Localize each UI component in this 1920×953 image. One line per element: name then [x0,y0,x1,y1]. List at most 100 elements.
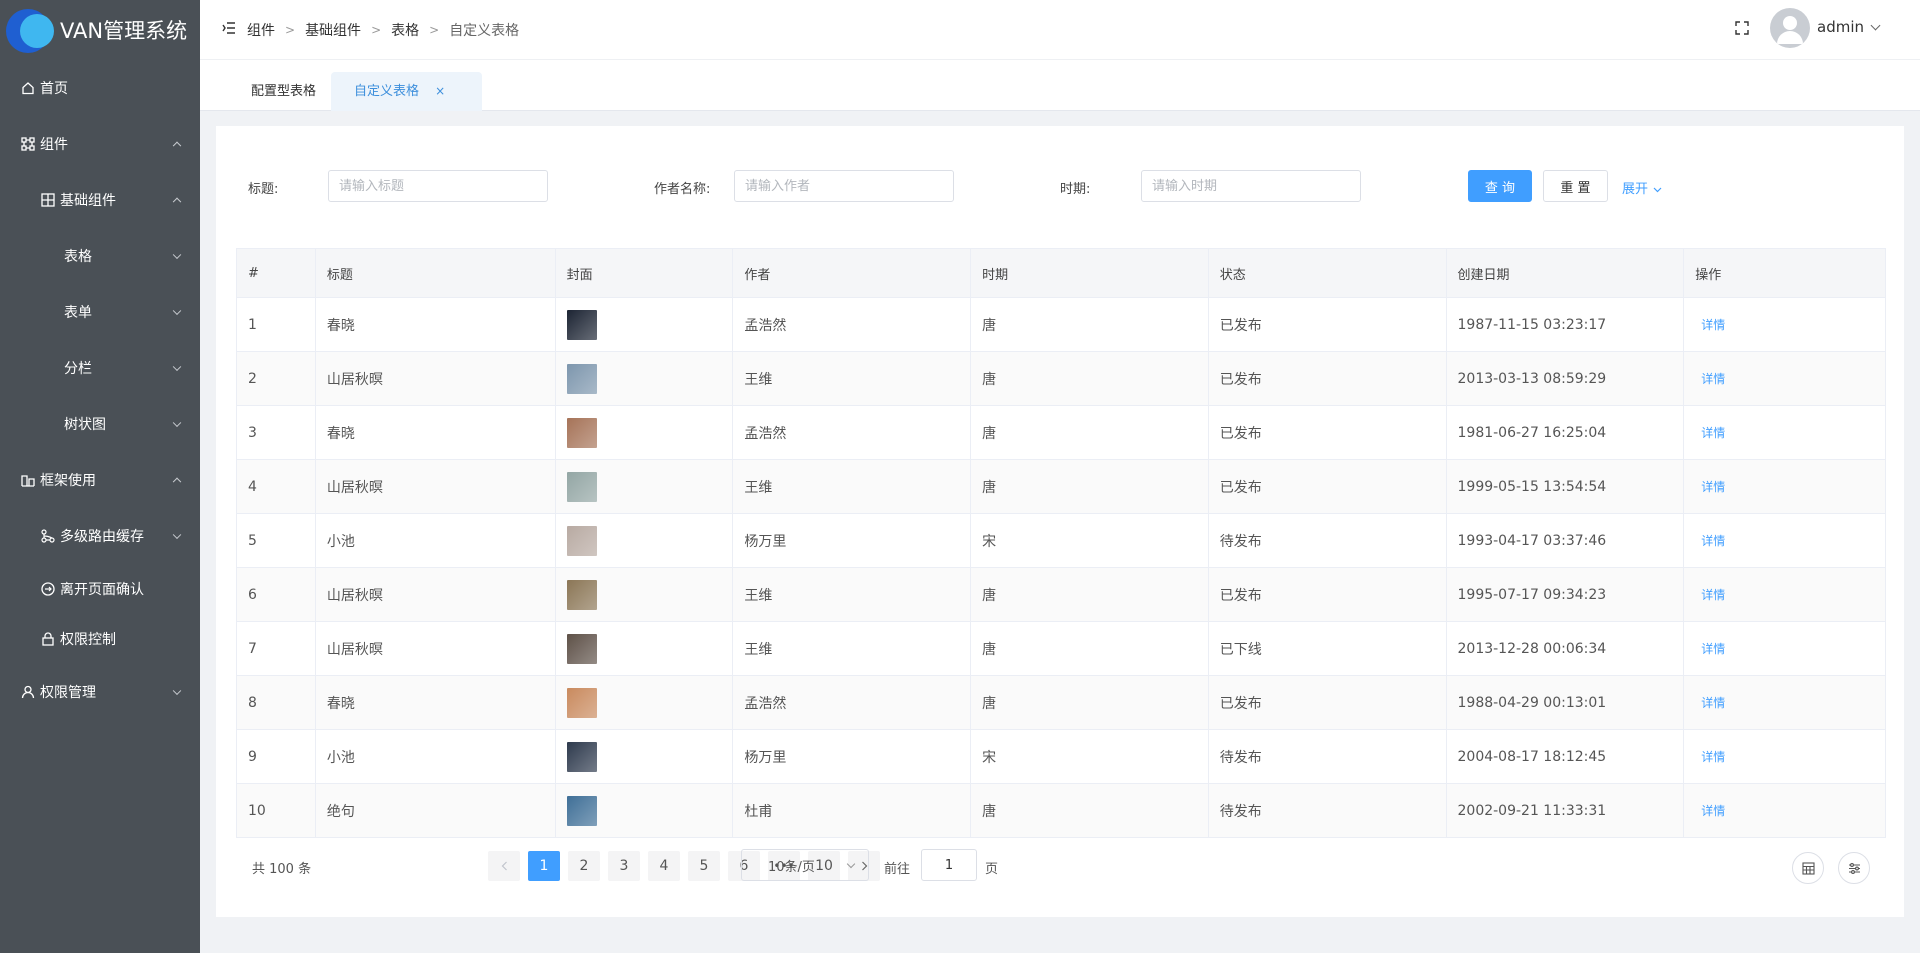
expand-filters-link[interactable]: 展开 [1622,178,1662,197]
breadcrumb-item[interactable]: 表格 [391,20,419,40]
search-button[interactable]: 查 询 [1468,170,1532,202]
app-logo[interactable]: VAN管理系统 [0,0,200,60]
author-cell: 杨万里 [733,514,972,567]
period-cell: 唐 [971,352,1209,405]
detail-link[interactable]: 详情 [1695,370,1725,387]
page-button[interactable]: 4 [648,851,680,881]
reset-button[interactable]: 重 置 [1543,170,1608,202]
status-cell: 已发布 [1209,676,1447,729]
status-cell: 已发布 [1209,298,1447,351]
cover-thumbnail[interactable] [566,309,597,340]
density-button[interactable] [1792,852,1824,884]
cover-thumbnail[interactable] [566,471,597,502]
cover-thumbnail[interactable] [566,525,597,556]
page-button[interactable]: 2 [568,851,600,881]
close-icon[interactable]: × [435,84,445,98]
collapse-menu-icon[interactable] [222,22,236,34]
detail-link[interactable]: 详情 [1695,478,1725,495]
fullscreen-icon[interactable] [1735,21,1749,35]
page-button[interactable]: 5 [688,851,720,881]
breadcrumb-item[interactable]: 基础组件 [305,20,361,40]
row-number-cell: 1 [237,298,316,351]
pagination: 共 100 条 1 2 3 4 5 6 ••• 10 [236,849,1886,883]
page-button[interactable]: 1 [528,851,560,881]
cover-thumbnail[interactable] [566,633,597,664]
cover-thumbnail[interactable] [566,579,597,610]
sidebar-item-form[interactable]: 表单 [0,284,200,340]
cover-thumbnail[interactable] [566,687,597,718]
sidebar-item-columns[interactable]: 分栏 [0,340,200,396]
sidebar-item-table[interactable]: 表格 [0,228,200,284]
sidebar-item-label: 表单 [64,305,92,321]
status-cell: 已下线 [1209,622,1447,675]
sidebar-item-route-cache[interactable]: 多级路由缓存 [0,508,200,564]
sidebar-item-label: 权限控制 [60,632,116,648]
sidebar-item-framework[interactable]: 框架使用 [0,452,200,508]
chevron-down-icon[interactable] [1870,20,1881,31]
cover-thumbnail[interactable] [566,795,597,826]
sidebar-item-components[interactable]: 组件 [0,116,200,172]
period-cell: 唐 [971,568,1209,621]
title-cell: 山居秋暝 [316,460,556,513]
title-cell: 山居秋暝 [316,622,556,675]
detail-link[interactable]: 详情 [1695,694,1725,711]
sidebar-item-label: 多级路由缓存 [60,529,144,545]
detail-link[interactable]: 详情 [1695,802,1725,819]
page-button[interactable]: 3 [608,851,640,881]
chevron-down-icon [1653,187,1662,192]
detail-link[interactable]: 详情 [1695,748,1725,765]
framework-icon [20,472,36,488]
action-cell: 详情 [1684,460,1885,513]
table-body: 1 春晓 孟浩然唐已发布 1987-11-15 03:23:17 详情 2 山居秋暝 王维唐已… [237,298,1885,838]
sidebar-item-tree[interactable]: 树状图 [0,396,200,452]
chevron-down-icon [846,859,856,869]
cover-cell [556,676,734,729]
tab-label: 自定义表格 [354,84,420,99]
author-cell: 孟浩然 [733,676,972,729]
route-icon [40,528,56,544]
sidebar-item-home[interactable]: 首页 [0,60,200,116]
row-number-cell: 7 [237,622,316,675]
goto-page-input[interactable] [921,849,977,881]
sidebar-item-basic-components[interactable]: 基础组件 [0,172,200,228]
author-cell: 孟浩然 [733,406,972,459]
cover-cell [556,730,734,783]
detail-link[interactable]: 详情 [1695,316,1725,333]
sidebar-item-label: 离开页面确认 [60,582,144,598]
detail-link[interactable]: 详情 [1695,532,1725,549]
table-row: 10 绝句 杜甫唐待发布 2002-09-21 11:33:31 详情 [237,784,1885,838]
author-filter-input[interactable] [734,170,954,202]
detail-link[interactable]: 详情 [1695,640,1725,657]
action-cell: 详情 [1684,352,1885,405]
chevron-up-icon [172,197,182,207]
cover-thumbnail[interactable] [566,741,597,772]
tab-config-table[interactable]: 配置型表格 [231,72,336,111]
cover-thumbnail[interactable] [566,363,597,394]
period-filter-input[interactable] [1141,170,1361,202]
row-number-cell: 5 [237,514,316,567]
sidebar-item-label: 权限管理 [40,685,96,701]
app-title: VAN管理系统 [60,19,188,43]
column-header: 状态 [1209,249,1447,297]
sidebar-item-label: 框架使用 [40,473,96,489]
cover-thumbnail[interactable] [566,417,597,448]
chevron-down-icon [172,418,182,428]
sidebar-item-access-control[interactable]: 权限控制 [0,614,200,664]
cover-cell [556,460,734,513]
created-date-cell: 2013-03-13 08:59:29 [1447,352,1685,405]
breadcrumb-item[interactable]: 组件 [247,20,275,40]
prev-page-button[interactable] [488,851,520,881]
tab-custom-table[interactable]: 自定义表格 × [331,72,482,111]
status-cell: 待发布 [1209,514,1447,567]
sidebar-item-leave-confirm[interactable]: 离开页面确认 [0,564,200,614]
avatar[interactable] [1770,8,1810,48]
username[interactable]: admin [1817,18,1864,36]
title-filter-input[interactable] [328,170,548,202]
created-date-cell: 1987-11-15 03:23:17 [1447,298,1685,351]
sidebar-item-permission-management[interactable]: 权限管理 [0,664,200,720]
column-settings-button[interactable] [1838,852,1870,884]
detail-link[interactable]: 详情 [1695,586,1725,603]
table-row: 8 春晓 孟浩然唐已发布 1988-04-29 00:13:01 详情 [237,676,1885,730]
page-size-select[interactable]: 10条/页 [741,849,869,881]
detail-link[interactable]: 详情 [1695,424,1725,441]
